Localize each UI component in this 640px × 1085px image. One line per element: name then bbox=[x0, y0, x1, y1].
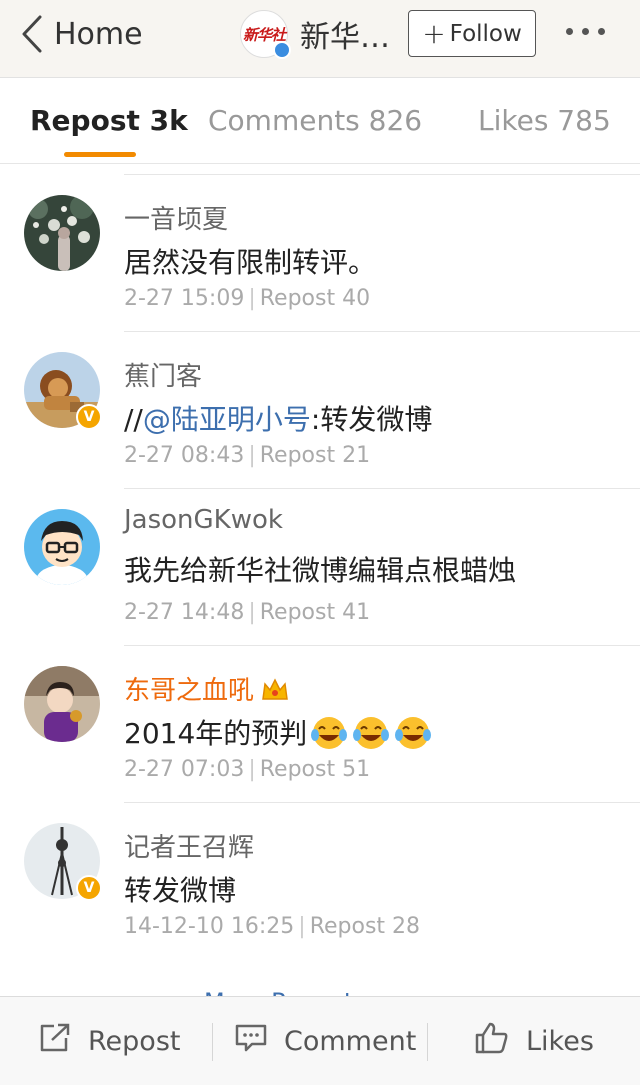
back-button[interactable]: Home bbox=[20, 10, 143, 58]
username[interactable]: 东哥之血吼 bbox=[124, 670, 290, 710]
laugh-cry-emoji-icon bbox=[351, 715, 391, 758]
username[interactable]: JasonGKwok bbox=[124, 505, 283, 535]
meta-separator: | bbox=[248, 757, 256, 782]
repost-icon bbox=[38, 1022, 88, 1061]
verified-blue-icon bbox=[273, 41, 291, 59]
list-item[interactable]: 一音顷夏 居然没有限制转评。 2-27 15:09 | Repost 40 bbox=[0, 175, 640, 332]
back-label: Home bbox=[54, 16, 143, 52]
comment-button[interactable]: Comment bbox=[234, 997, 416, 1085]
repost-text: 2014年的预判 bbox=[124, 712, 433, 758]
divider bbox=[212, 1023, 213, 1061]
repost-text: 居然没有限制转评。 bbox=[124, 246, 377, 279]
top-nav-bar: Home 新华社 新华… + Follow bbox=[0, 0, 640, 78]
repost-text-content: 2014年的预判 bbox=[124, 717, 308, 750]
likes-button[interactable]: Likes bbox=[474, 997, 594, 1085]
username[interactable]: 蕉门客 bbox=[124, 356, 202, 393]
meta-separator: | bbox=[248, 443, 256, 468]
follow-button[interactable]: + Follow bbox=[408, 10, 536, 57]
thumbs-up-icon bbox=[474, 1021, 526, 1062]
repost-meta: 2-27 14:48 | Repost 41 bbox=[124, 600, 370, 625]
avatar[interactable] bbox=[24, 195, 100, 271]
repost-text: 转发微博 bbox=[124, 874, 237, 907]
list-item[interactable]: V 蕉门客 //@陆亚明小号:转发微博 2-27 08:43 | Repost 21 bbox=[0, 332, 640, 489]
follow-label: Follow bbox=[449, 20, 522, 47]
tab-repost[interactable]: Repost 3k bbox=[30, 104, 188, 137]
repost-text: 我先给新华社微博编辑点根蜡烛 bbox=[124, 554, 517, 587]
username[interactable]: 记者王召辉 bbox=[124, 827, 254, 864]
tab-likes[interactable]: Likes 785 bbox=[478, 104, 611, 137]
vip-crown-icon bbox=[260, 677, 290, 710]
username[interactable]: 一音顷夏 bbox=[124, 199, 228, 236]
repost-count: Repost 28 bbox=[309, 914, 421, 939]
repost-count: Repost 41 bbox=[259, 600, 371, 625]
meta-separator: | bbox=[298, 914, 306, 939]
meta-separator: | bbox=[248, 600, 256, 625]
account-header[interactable]: 新华社 新华… bbox=[240, 10, 390, 59]
more-options-icon[interactable] bbox=[566, 28, 605, 35]
avatar[interactable] bbox=[24, 509, 100, 585]
repost-count: Repost 51 bbox=[259, 757, 371, 782]
chevron-left-icon bbox=[20, 12, 48, 56]
bottom-action-bar: Repost Comment Likes bbox=[0, 996, 640, 1085]
avatar[interactable] bbox=[24, 666, 100, 742]
repost-text: //@陆亚明小号:转发微博 bbox=[124, 398, 432, 438]
text-suffix: :转发微博 bbox=[310, 403, 433, 436]
list-item[interactable]: V 记者王召辉 转发微博 14-12-10 16:25 | Repost 28 bbox=[0, 803, 640, 960]
account-name: 新华… bbox=[300, 20, 390, 55]
meta-separator: | bbox=[248, 286, 256, 311]
verified-badge-icon: V bbox=[76, 875, 102, 901]
laugh-cry-emoji-icon bbox=[309, 715, 349, 758]
text-prefix: // bbox=[124, 403, 143, 436]
avatar[interactable]: V bbox=[24, 823, 102, 901]
laugh-cry-emoji-icon bbox=[393, 715, 433, 758]
comment-icon bbox=[234, 1022, 284, 1061]
list-item[interactable]: JasonGKwok 我先给新华社微博编辑点根蜡烛 2-27 14:48 | Rep… bbox=[0, 489, 640, 646]
dot bbox=[598, 28, 605, 35]
repost-meta: 2-27 15:09 | Repost 40 bbox=[124, 286, 370, 311]
tab-comments[interactable]: Comments 826 bbox=[208, 104, 422, 137]
account-avatar[interactable]: 新华社 bbox=[240, 10, 291, 59]
comment-label: Comment bbox=[284, 1026, 417, 1057]
dot bbox=[582, 28, 589, 35]
repost-meta: 14-12-10 16:25 | Repost 28 bbox=[124, 914, 420, 939]
timestamp: 2-27 15:09 bbox=[124, 286, 245, 311]
repost-meta: 2-27 08:43 | Repost 21 bbox=[124, 443, 370, 468]
username-text: 东哥之血吼 bbox=[124, 676, 255, 706]
list-item[interactable]: 东哥之血吼 2014年的预判 2-27 07:03 | Repost 51 bbox=[0, 646, 640, 803]
repost-button[interactable]: Repost bbox=[38, 997, 180, 1085]
repost-label: Repost bbox=[88, 1026, 181, 1057]
timestamp: 2-27 07:03 bbox=[124, 757, 245, 782]
timestamp: 2-27 14:48 bbox=[124, 600, 245, 625]
timestamp: 2-27 08:43 bbox=[124, 443, 245, 468]
active-tab-indicator bbox=[64, 152, 136, 157]
repost-count: Repost 21 bbox=[259, 443, 371, 468]
mention-link[interactable]: @陆亚明小号 bbox=[143, 403, 311, 436]
divider bbox=[427, 1023, 428, 1061]
timestamp: 14-12-10 16:25 bbox=[124, 914, 295, 939]
likes-label: Likes bbox=[526, 1026, 594, 1057]
verified-badge-icon: V bbox=[76, 404, 102, 430]
dot bbox=[566, 28, 573, 35]
avatar[interactable]: V bbox=[24, 352, 102, 430]
repost-meta: 2-27 07:03 | Repost 51 bbox=[124, 757, 370, 782]
plus-icon: + bbox=[422, 17, 446, 50]
repost-count: Repost 40 bbox=[259, 286, 371, 311]
